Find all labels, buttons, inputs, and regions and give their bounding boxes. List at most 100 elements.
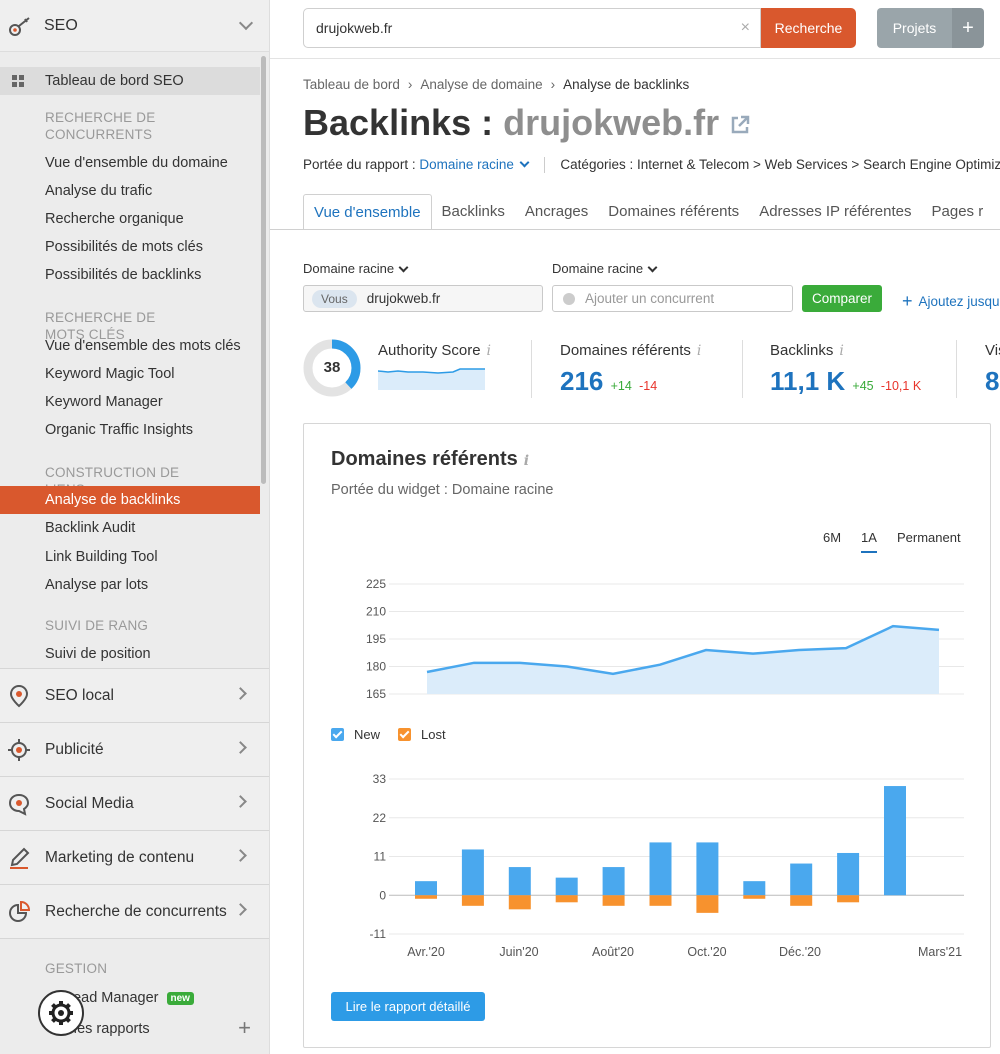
legend-new[interactable]: New [331,727,380,742]
sidebar-group-content-marketing[interactable]: Marketing de contenu [0,830,269,884]
range-6m[interactable]: 6M [823,530,841,545]
y-tick-label: 22 [373,811,387,825]
search-button[interactable]: Recherche [761,8,856,48]
sidebar-item[interactable]: Vue d'ensemble des mots clés [0,332,260,360]
projects-button[interactable]: Projets [877,8,952,48]
range-1y[interactable]: 1A [861,530,877,553]
sidebar-item[interactable]: Suivi de position [0,640,260,668]
sidebar-item-label: Tableau de bord SEO [45,73,184,89]
add-project-button[interactable]: + [952,8,984,48]
metric-value: 11,1 K [770,366,846,396]
info-icon[interactable]: i [839,343,843,359]
sidebar-group-local-seo[interactable]: SEO local [0,668,269,722]
sidebar-item[interactable]: Keyword Magic Tool [0,360,260,388]
chevron-right-icon [234,741,247,754]
bar-lost [555,895,578,903]
scope-dropdown[interactable]: Domaine racine [419,157,514,172]
chevron-down-icon[interactable] [519,157,530,168]
sidebar-item[interactable]: Possibilités de mots clés [0,233,260,261]
add-competitor-link[interactable]: + Ajoutez jusqu [902,290,1000,311]
y-tick-label: 11 [374,850,387,864]
info-icon[interactable]: i [524,453,529,469]
bar-lost [743,895,766,899]
chevron-down-icon [647,262,658,273]
tab-anchors[interactable]: Ancrages [515,194,598,230]
sidebar-group-ads[interactable]: Publicité [0,722,269,776]
domain-search-input[interactable]: drujokweb.fr × [303,8,761,48]
clear-icon[interactable]: × [741,19,750,37]
bar-new [461,849,484,896]
scope-select-you[interactable]: Domaine racine [303,261,409,276]
bar-lost [790,895,813,906]
page-title: Backlinks : drujokweb.fr [303,102,751,144]
visits-label: Vis [985,342,1000,359]
sidebar-header-label: SEO [44,16,78,34]
search-value: drujokweb.fr [316,20,393,36]
visits-metric[interactable]: 8 [985,366,999,397]
checkbox-new[interactable] [331,728,344,741]
sidebar-item[interactable]: Analyse du trafic [0,177,260,205]
checkbox-lost[interactable] [398,728,411,741]
metric-label: Domaines référents [560,342,691,359]
tab-referring-domains[interactable]: Domaines référents [598,194,749,230]
target-icon [8,739,30,761]
tab-pages[interactable]: Pages r [922,194,994,230]
categories-text: Catégories : Internet & Telecom > Web Se… [560,157,1000,172]
backlinks-metric[interactable]: 11,1 K +45 -10,1 K [770,366,921,397]
sidebar-item[interactable]: Possibilités de backlinks [0,261,260,289]
legend-label: New [354,727,381,742]
sidebar-item-dashboard[interactable]: Tableau de bord SEO [0,67,260,95]
legend-lost[interactable]: Lost [398,727,446,742]
add-competitor-label: Ajoutez jusqu [918,294,1000,309]
tab-referring-ips[interactable]: Adresses IP référentes [749,194,921,230]
bar-lost [461,895,484,906]
group-label: Recherche de concurrents [45,902,227,920]
sidebar-scrollbar[interactable] [261,56,266,484]
sidebar-item[interactable]: Recherche organique [0,205,260,233]
tab-backlinks[interactable]: Backlinks [432,194,515,230]
detailed-report-button[interactable]: Lire le rapport détaillé [331,992,485,1021]
your-domain-field[interactable]: Vous drujokweb.fr [303,285,543,312]
your-domain-value: drujokweb.fr [366,291,441,306]
y-tick-label: 225 [366,577,386,591]
sidebar-item[interactable]: Vue d'ensemble du domaine [0,149,260,177]
sidebar-item-backlinks-active[interactable]: Analyse de backlinks [0,486,260,514]
compare-button[interactable]: Comparer [802,285,882,312]
breadcrumb-link[interactable]: Tableau de bord [303,77,400,92]
new-badge: new [166,991,194,1005]
sidebar-item[interactable]: Organic Traffic Insights [0,416,260,444]
sidebar-item[interactable]: Keyword Manager [0,388,260,416]
sidebar-item[interactable]: Link Building Tool [0,543,260,571]
breadcrumb-link[interactable]: Analyse de domaine [420,77,542,92]
info-icon[interactable]: i [697,343,701,359]
sidebar-item[interactable]: Analyse par lots [0,571,260,599]
scope-label: Portée du rapport : [303,157,416,172]
chevron-right-icon [234,903,247,916]
settings-gear-button[interactable] [38,990,84,1036]
pie-chart-icon [9,900,30,922]
external-link-icon[interactable] [729,114,751,136]
chevron-down-icon[interactable] [238,15,254,30]
sidebar-group-competitive-research[interactable]: Recherche de concurrents [0,884,269,938]
x-tick-label: Juin'20 [499,945,538,959]
authority-score-label: Authority Score i [378,342,491,359]
add-report-icon[interactable]: + [238,1015,251,1041]
metric-label: Authority Score [378,342,481,359]
section-title: GESTION [45,961,108,976]
range-all-time[interactable]: Permanent [897,530,961,545]
info-icon[interactable]: i [487,343,491,359]
dashboard-icon [12,75,24,87]
gear-icon [49,1001,73,1025]
sidebar-group-social-media[interactable]: Social Media [0,776,269,830]
scope-select-competitor[interactable]: Domaine racine [552,261,658,276]
competitor-input[interactable]: Ajouter un concurrent [552,285,793,312]
sidebar-header-seo[interactable]: SEO [0,0,269,52]
referring-domains-metric[interactable]: 216 +14 -14 [560,366,657,397]
referring-domains-widget: Domaines référents i Portée du widget : D… [303,423,991,1048]
bar-lost [508,895,531,910]
bar-new [415,881,437,896]
tab-overview[interactable]: Vue d'ensemble [303,194,432,230]
sidebar-item[interactable]: Backlink Audit [0,514,260,542]
plus-icon: + [902,291,913,311]
y-tick-label: 210 [366,605,386,619]
